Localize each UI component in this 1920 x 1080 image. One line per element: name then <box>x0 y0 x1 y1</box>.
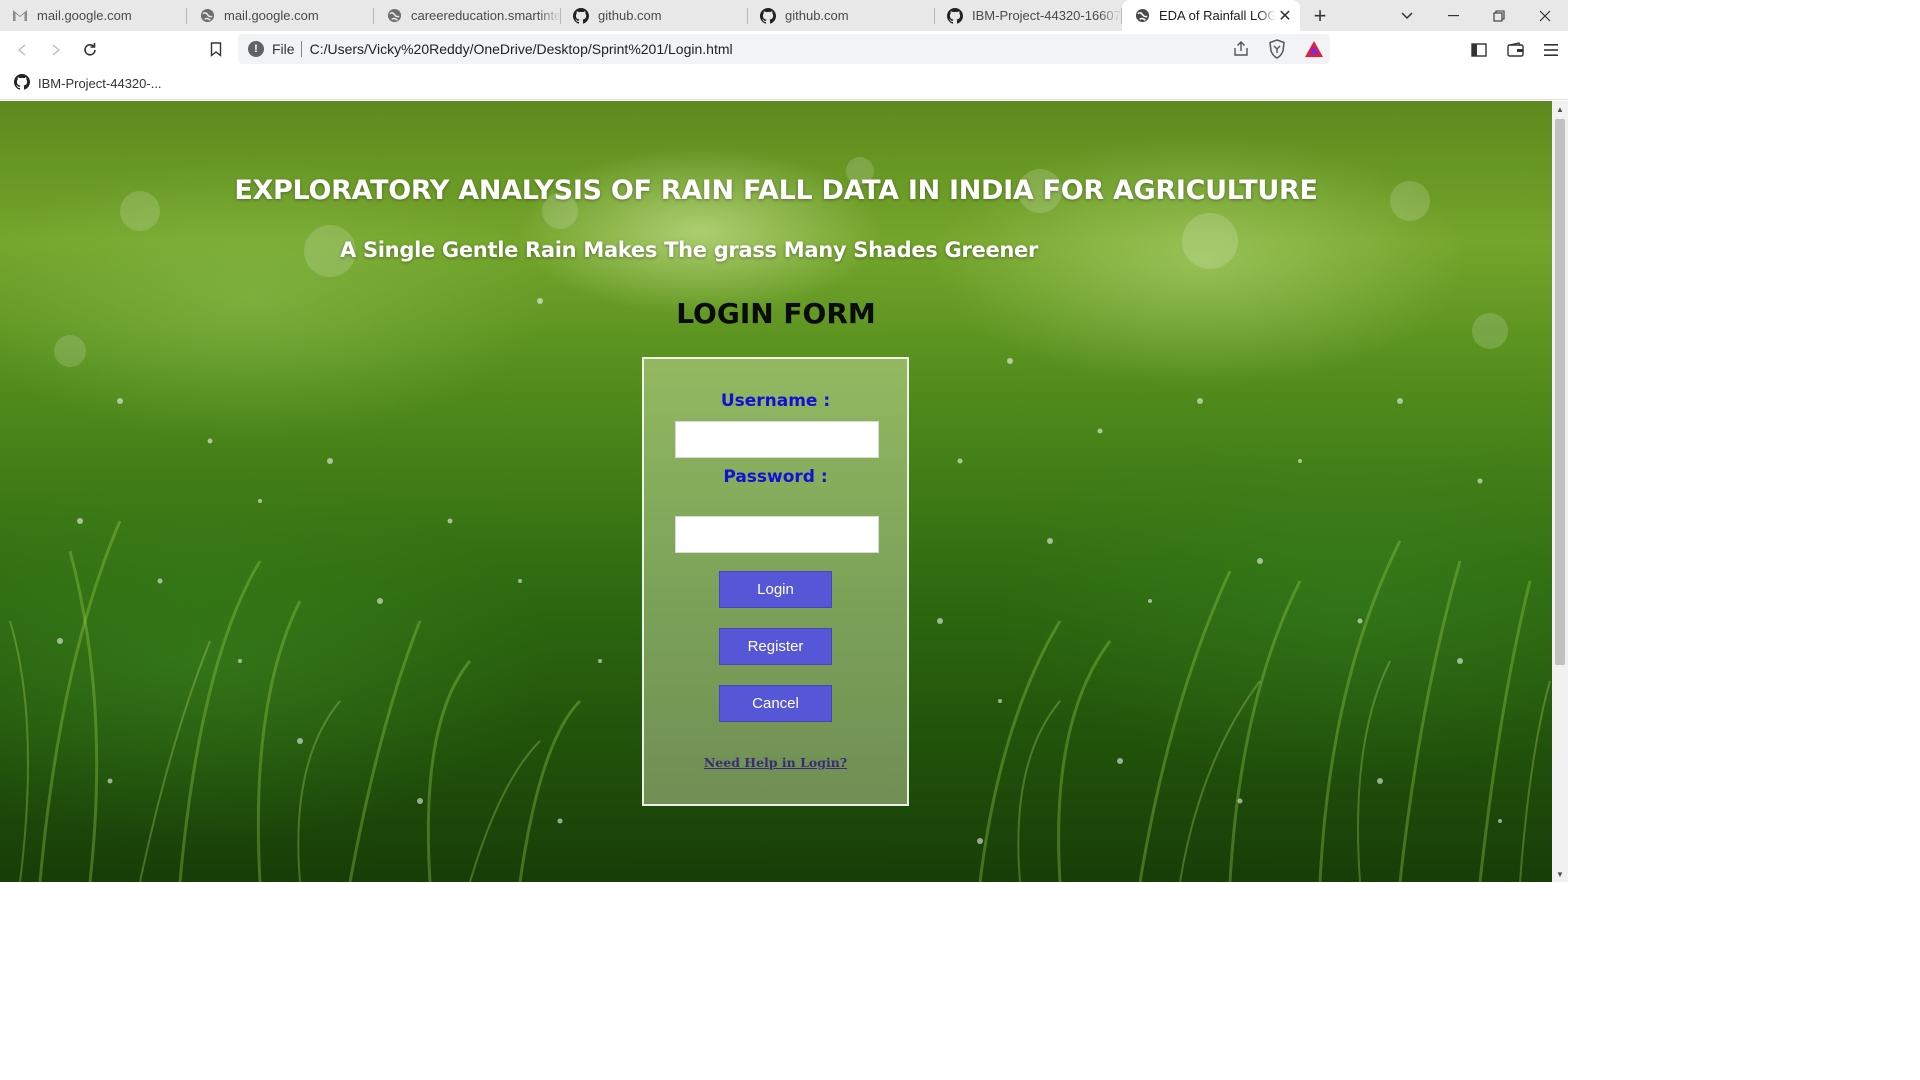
tab-title: IBM-Project-44320-1660724 <box>972 8 1122 23</box>
page-subheading: A Single Gentle Rain Makes The grass Man… <box>340 238 1039 262</box>
tab-title: mail.google.com <box>224 8 319 23</box>
tab-search-icon[interactable] <box>1384 0 1430 31</box>
tab-github-2[interactable]: github.com <box>748 0 935 31</box>
tab-title: github.com <box>785 8 849 23</box>
register-button[interactable]: Register <box>719 628 832 665</box>
need-help-link[interactable]: Need Help in Login? <box>644 755 907 770</box>
cancel-button[interactable]: Cancel <box>719 685 832 722</box>
github-icon <box>760 7 776 24</box>
restore-icon[interactable] <box>1476 0 1522 31</box>
page-heading: EXPLORATORY ANALYSIS OF RAIN FALL DATA I… <box>234 175 1318 206</box>
login-button[interactable]: Login <box>719 571 832 608</box>
globe-icon <box>1134 8 1150 24</box>
sidebar-icon[interactable] <box>1462 34 1496 66</box>
tab-careereducation[interactable]: careereducation.smartinternz.com <box>374 0 561 31</box>
back-icon[interactable] <box>6 34 38 66</box>
tab-title: careereducation.smartinternz.com <box>411 8 561 23</box>
tab-title: EDA of Rainfall LOGIN PAGE <box>1159 8 1276 23</box>
tab-strip-spacer <box>1340 0 1384 31</box>
minimize-icon[interactable] <box>1430 0 1476 31</box>
browser-toolbar: ! File C:/Users/Vicky%20Reddy/OneDrive/D… <box>0 31 1568 68</box>
url-separator <box>300 41 302 57</box>
address-bar-actions <box>1232 39 1324 64</box>
info-icon[interactable]: ! <box>248 41 264 57</box>
tab-mail[interactable]: mail.google.com <box>187 0 374 31</box>
window-close-icon[interactable] <box>1522 0 1568 31</box>
brave-rewards-icon[interactable] <box>1304 40 1324 63</box>
toolbar-right-actions <box>1460 31 1568 68</box>
tab-title: github.com <box>598 8 662 23</box>
page-scrollbar[interactable]: ▲ ▼ <box>1552 101 1568 882</box>
reload-icon[interactable] <box>74 34 106 66</box>
bookmark-icon[interactable] <box>200 34 232 66</box>
github-icon <box>947 7 963 24</box>
brave-shield-icon[interactable] <box>1268 39 1286 64</box>
scroll-down-arrow-icon[interactable]: ▼ <box>1552 866 1568 882</box>
url-text[interactable]: C:/Users/Vicky%20Reddy/OneDrive/Desktop/… <box>310 41 733 57</box>
password-input[interactable] <box>675 516 879 553</box>
wallet-icon[interactable] <box>1498 34 1532 66</box>
password-label: Password : <box>723 467 828 487</box>
bookmark-label: IBM-Project-44320-... <box>38 76 162 91</box>
close-icon[interactable]: ✕ <box>1276 7 1294 25</box>
url-scheme: File <box>272 41 295 57</box>
forward-icon[interactable] <box>40 34 72 66</box>
bookmarks-bar: IBM-Project-44320-... <box>0 68 1568 100</box>
tab-gmail[interactable]: mail.google.com <box>0 0 187 31</box>
new-tab-button[interactable]: + <box>1300 0 1340 31</box>
scroll-up-arrow-icon[interactable]: ▲ <box>1552 101 1568 117</box>
globe-icon <box>199 8 215 24</box>
username-label: Username : <box>720 391 831 411</box>
tab-title: mail.google.com <box>37 8 132 23</box>
address-bar[interactable]: ! File C:/Users/Vicky%20Reddy/OneDrive/D… <box>238 34 1330 64</box>
gmail-icon <box>12 8 28 24</box>
scrollbar-thumb[interactable] <box>1555 119 1565 665</box>
github-icon <box>14 74 31 93</box>
login-form: Username : Password : Login Register Can… <box>642 357 909 806</box>
login-form-title: LOGIN FORM <box>676 297 876 330</box>
menu-icon[interactable] <box>1534 34 1568 66</box>
share-icon[interactable] <box>1232 40 1250 63</box>
tab-eda-rainfall-login[interactable]: EDA of Rainfall LOGIN PAGE ✕ <box>1122 0 1300 31</box>
bookmark-ibm-project[interactable]: IBM-Project-44320-... <box>14 74 162 93</box>
globe-icon <box>386 8 402 24</box>
tab-ibm-project[interactable]: IBM-Project-44320-1660724 <box>935 0 1122 31</box>
username-input[interactable] <box>675 421 879 458</box>
github-icon <box>573 7 589 24</box>
page-viewport: EXPLORATORY ANALYSIS OF RAIN FALL DATA I… <box>0 101 1552 882</box>
tab-strip: mail.google.com mail.google.com careered… <box>0 0 1568 31</box>
tab-github-1[interactable]: github.com <box>561 0 748 31</box>
